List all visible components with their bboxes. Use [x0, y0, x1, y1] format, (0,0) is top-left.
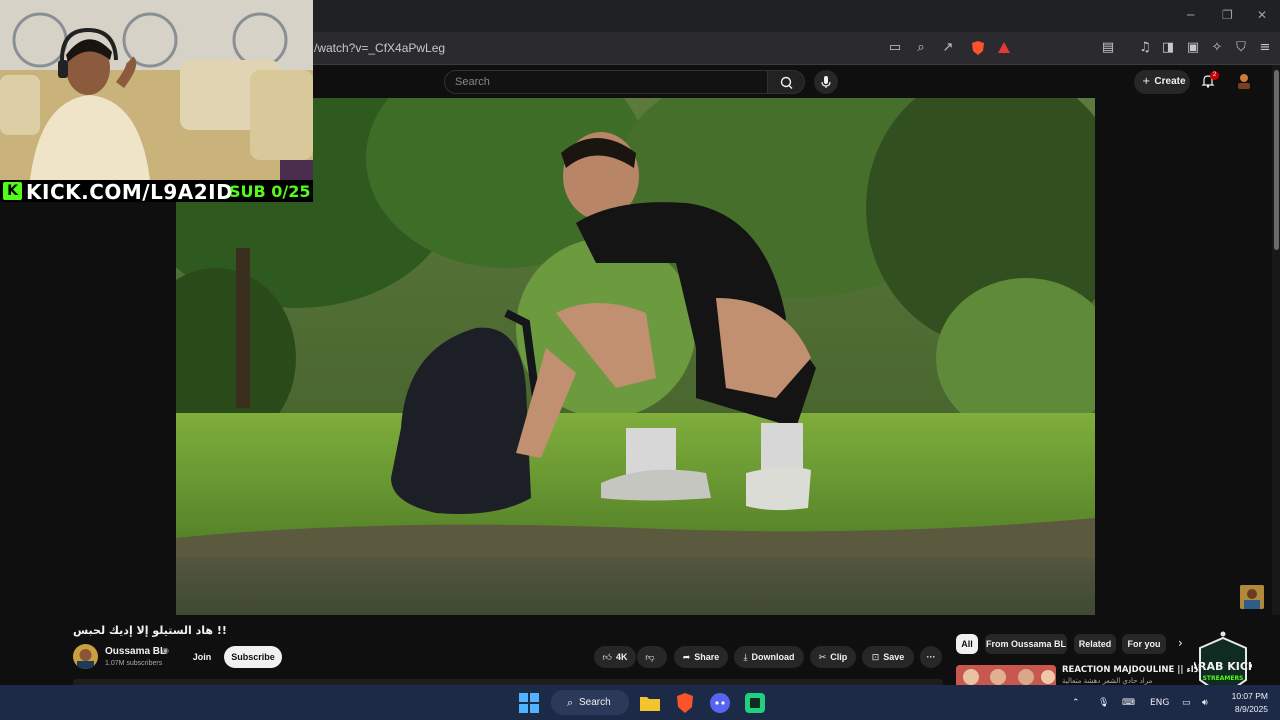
menu-icon[interactable]: ≡	[1257, 40, 1273, 56]
channel-avatar[interactable]	[73, 644, 98, 669]
subscriber-count: 1.07M subscribers	[105, 660, 163, 667]
bookmark-icon: ⊡	[871, 653, 880, 663]
kick-logo-icon: K	[3, 182, 22, 200]
file-explorer-icon[interactable]	[639, 692, 661, 714]
chip-for-you-label: For you	[1127, 639, 1161, 649]
download-button[interactable]: ⤓ Download	[734, 646, 804, 668]
close-icon[interactable]: ✕	[1257, 8, 1267, 22]
video-player[interactable]	[176, 98, 1095, 615]
brave-browser-icon[interactable]	[674, 692, 696, 714]
notification-count-badge: 2	[1210, 71, 1219, 80]
video-frame	[176, 98, 1095, 615]
sub-goal-text: SUB 0/25	[229, 182, 311, 201]
more-label: ···	[926, 652, 936, 662]
cast-icon[interactable]: ▭	[887, 40, 903, 56]
search-input[interactable]: Search	[444, 70, 768, 94]
video-title: هاد الستيلو إلا إديك لحبس !!	[73, 624, 227, 637]
chip-from-channel[interactable]: From Oussama BL	[985, 634, 1067, 654]
channel-name[interactable]: Oussama BL	[105, 646, 166, 657]
restore-icon[interactable]: ❐	[1222, 8, 1233, 22]
subscribe-label: Subscribe	[231, 652, 275, 662]
music-icon[interactable]: ♫	[1137, 40, 1153, 56]
clip-button[interactable]: ✂ Clip	[810, 646, 856, 668]
share-page-icon[interactable]: ↗	[940, 40, 956, 56]
brave-rewards-icon[interactable]	[996, 40, 1012, 56]
verified-icon: ◉	[162, 646, 169, 655]
chip-related[interactable]: Related	[1074, 634, 1116, 654]
chip-related-label: Related	[1078, 639, 1112, 649]
clock-time: 10:07 PM	[1231, 691, 1268, 701]
recommendation-thumbnail-image	[956, 665, 1056, 687]
download-icon: ⤓	[743, 653, 748, 663]
account-avatar[interactable]	[1236, 71, 1252, 91]
vpn-icon[interactable]: ⛉	[1233, 40, 1249, 56]
network-icon[interactable]: ▭	[1182, 698, 1191, 708]
clip-label: Clip	[830, 652, 848, 662]
sidebar-icon[interactable]: ◨	[1160, 40, 1176, 56]
download-label: Download	[751, 652, 795, 662]
chevron-right-icon[interactable]: ›	[1178, 636, 1183, 650]
taskbar-search-icon: ⌕	[567, 696, 574, 709]
like-count: 4K	[615, 652, 628, 662]
chip-from-channel-label: From Oussama BL	[985, 639, 1067, 649]
brave-shield-icon[interactable]	[970, 40, 986, 56]
recommendation-title[interactable]: REACTION MAJDOULINE || أداء	[1062, 665, 1201, 675]
microphone-icon	[821, 76, 831, 88]
webcam-overlay	[0, 0, 313, 180]
wallet-icon[interactable]: ▣	[1185, 40, 1201, 56]
channel-avatar-image	[73, 644, 98, 669]
thumbnail-image	[1240, 585, 1264, 609]
create-button[interactable]: + Create	[1134, 70, 1190, 94]
plus-icon: +	[1142, 76, 1151, 87]
leo-ai-icon[interactable]: ✧	[1209, 40, 1225, 56]
windows-start-icon[interactable]	[518, 692, 540, 714]
search-button[interactable]	[767, 70, 805, 94]
reader-mode-icon[interactable]: ▤	[1100, 40, 1116, 56]
recommendation-subtitle: مراد حادي الشعر دهشة متعالية	[1062, 677, 1153, 685]
search-placeholder: Search	[455, 76, 490, 88]
join-button[interactable]: Join	[186, 646, 218, 668]
mic-tray-icon[interactable]: 🎙︎	[1098, 698, 1109, 708]
chip-all[interactable]: All	[956, 634, 978, 654]
scrollbar-thumb[interactable]	[1274, 70, 1279, 250]
share-label: Share	[694, 652, 720, 662]
keyboard-icon[interactable]: ⌨	[1122, 698, 1135, 708]
url-text[interactable]: /watch?v=_CfX4aPwLeg	[314, 41, 445, 55]
minimize-icon[interactable]: ─	[1187, 8, 1194, 22]
create-label: Create	[1154, 76, 1186, 87]
chip-for-you[interactable]: For you	[1122, 634, 1166, 654]
join-label: Join	[192, 652, 212, 662]
search-icon	[780, 76, 793, 89]
discord-icon[interactable]	[709, 692, 731, 714]
tray-chevron-icon[interactable]: ⌃	[1072, 698, 1080, 708]
recommendation-thumbnail[interactable]	[956, 665, 1056, 687]
webcam-feed	[0, 0, 313, 180]
like-button[interactable]: 👍︎ 4K	[594, 646, 636, 668]
taskbar-clock[interactable]: 10:07 PM 8/9/2025	[1224, 690, 1268, 716]
svg-text:ARAB KICK: ARAB KICK	[1194, 660, 1252, 673]
save-label: Save	[883, 652, 905, 662]
subscribe-button[interactable]: Subscribe	[224, 646, 282, 668]
chip-all-label: All	[961, 639, 973, 649]
language-indicator[interactable]: ENG	[1150, 698, 1169, 708]
share-icon: ➦	[682, 653, 691, 663]
share-button[interactable]: ➦ Share	[674, 646, 728, 668]
save-button[interactable]: ⊡ Save	[862, 646, 914, 668]
kick-app-icon[interactable]	[744, 692, 766, 714]
thumbs-up-icon: 👍︎	[602, 653, 612, 663]
channel-thumbnail[interactable]	[1240, 585, 1264, 609]
svg-text:STREAMERS: STREAMERS	[1203, 675, 1244, 682]
voice-search-button[interactable]	[814, 70, 838, 94]
clock-date: 8/9/2025	[1234, 704, 1268, 714]
more-actions-button[interactable]: ···	[920, 646, 942, 668]
kick-url-text: KICK.COM/L9A2ID	[26, 180, 234, 204]
taskbar-search[interactable]: Search	[551, 690, 629, 715]
dislike-button[interactable]: 👎︎	[637, 646, 667, 668]
scissors-icon: ✂	[818, 653, 827, 663]
taskbar-search-label: Search	[579, 697, 611, 708]
volume-icon[interactable]: 🔊︎	[1202, 698, 1208, 708]
thumbs-down-icon: 👎︎	[645, 653, 655, 663]
zoom-icon[interactable]: ⌕	[913, 40, 929, 56]
